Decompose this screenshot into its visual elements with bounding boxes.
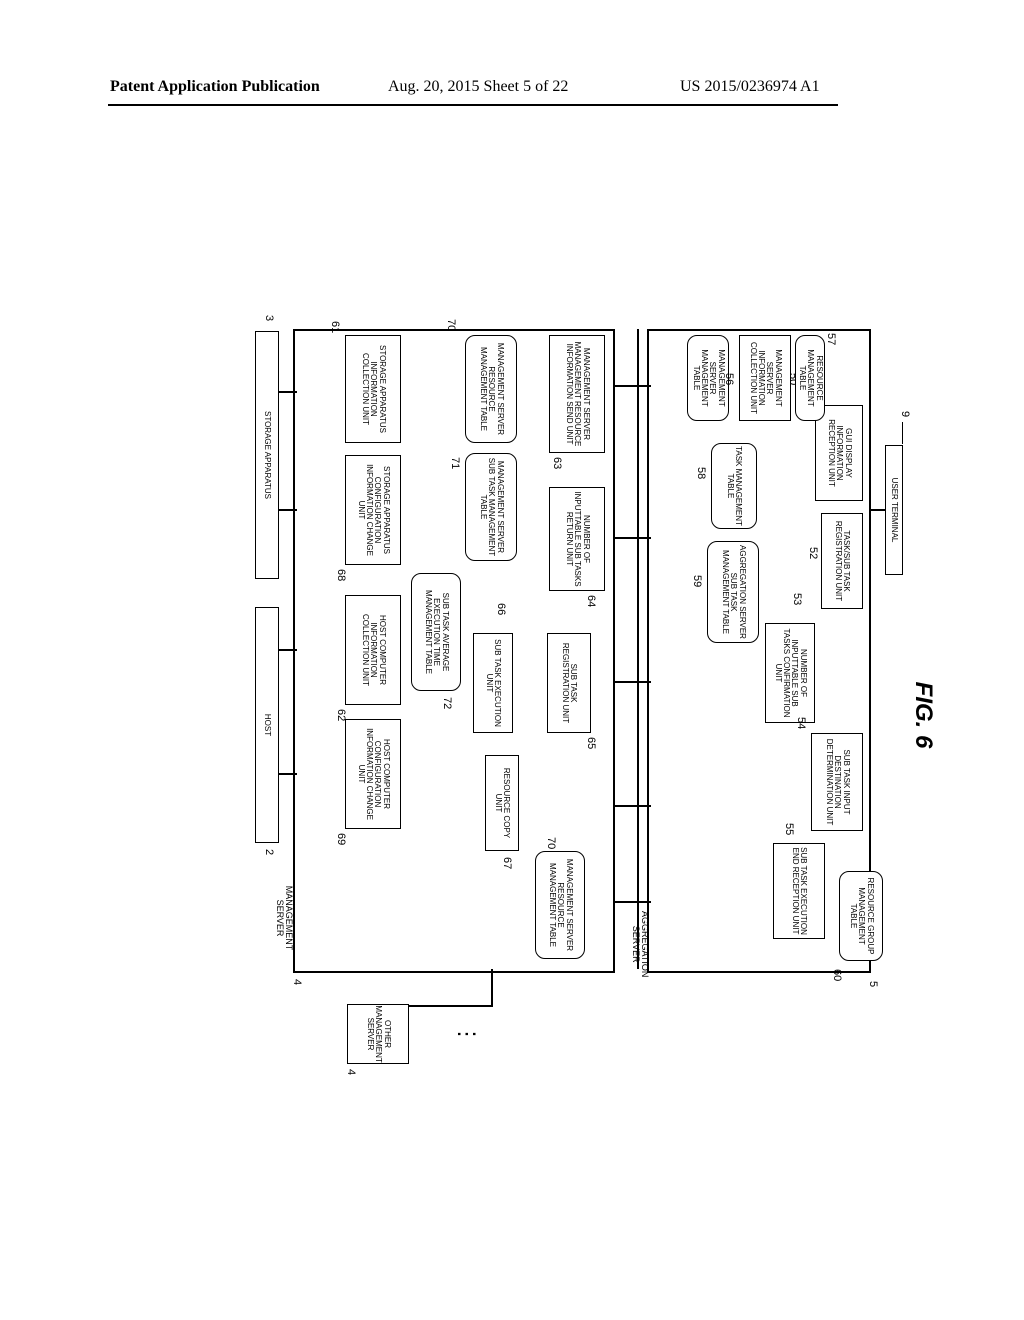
mgmt-server-res-info-send-unit: MANAGEMENT SERVER MANAGEMENT RESOURCE IN…	[549, 335, 605, 453]
ref-56: 56	[723, 373, 735, 385]
ref-54: 54	[795, 717, 807, 729]
storage-apparatus-info-collection-unit: STORAGE APPARATUS INFORMATION COLLECTION…	[345, 335, 401, 443]
figure-label: FIG. 6	[909, 682, 937, 749]
ref-67: 67	[501, 857, 513, 869]
header-right: US 2015/0236974 A1	[680, 78, 820, 96]
ref-61: 61	[329, 321, 341, 333]
wire-v-3	[615, 681, 651, 683]
ref-70a: 70	[545, 837, 557, 849]
agg-server-sub-task-mgmt-table: AGGREGATION SERVER SUB TASK MANAGEMENT T…	[707, 541, 759, 643]
ref-55: 55	[783, 823, 795, 835]
wire-v-1	[615, 385, 651, 387]
ref-70b: 70	[445, 319, 457, 331]
ellipsis-dots: ⋮	[456, 1023, 479, 1045]
wire-v-5	[615, 901, 651, 903]
wire-mgmt-stor2	[279, 509, 297, 511]
ref-69: 69	[335, 833, 347, 845]
wire-v-2	[615, 537, 651, 539]
task-sub-task-registration-unit: TASK/SUB TASK REGISTRATION UNIT	[821, 513, 863, 609]
header-left: Patent Application Publication	[110, 78, 320, 96]
wire-mgmt-stor1	[279, 391, 297, 393]
mgmt-server-res-mgmt-table-b: MANAGEMENT SERVER RESOURCE MANAGEMENT TA…	[465, 335, 517, 443]
sub-task-avg-exec-time-table: SUB TASK AVERAGE EXECUTION TIME MANAGEME…	[411, 573, 461, 691]
ref-65: 65	[585, 737, 597, 749]
gui-display-unit: GUI DISPLAY INFORMATION RECEPTION UNIT	[815, 405, 863, 501]
ref-53: 53	[791, 593, 803, 605]
storage-apparatus-config-change-unit: STORAGE APPARATUS CONFIGURATION INFORMAT…	[345, 455, 401, 565]
sub-task-registration-unit: SUB TASK REGISTRATION UNIT	[547, 633, 591, 733]
wire-to-other-mgmt-v	[409, 1005, 493, 1007]
ref-5: 5	[867, 981, 879, 987]
ref-72: 72	[441, 697, 453, 709]
num-inputtable-confirm-unit: NUMBER OF INPUTTABLE SUB TASKS CONFIRMAT…	[765, 623, 815, 723]
ref-4b: 4	[345, 1069, 357, 1075]
task-mgmt-table: TASK MANAGEMENT TABLE	[711, 443, 757, 529]
other-management-server-box: OTHER MANAGEMENT SERVER	[347, 1004, 409, 1064]
wire-agg-to-mgmt-bus	[637, 329, 639, 969]
ref-68: 68	[335, 569, 347, 581]
ref-58: 58	[695, 467, 707, 479]
figure-area: USER TERMINAL 9 5 AGGREGATION SERVER GUI…	[95, 337, 887, 967]
ref-2: 2	[263, 849, 275, 855]
resource-copy-unit: RESOURCE COPY UNIT	[485, 755, 519, 851]
host-info-collection-unit: HOST COMPUTER INFORMATION COLLECTION UNI…	[345, 595, 401, 705]
management-server-label: MANAGEMENT SERVER	[274, 869, 293, 967]
ref-3: 3	[263, 315, 275, 321]
wire-mgmt-host2	[279, 773, 297, 775]
sub-task-exec-end-recv-unit: SUB TASK EXECUTION END RECEPTION UNIT	[773, 843, 825, 939]
wire-mgmt-host1	[279, 649, 297, 651]
leader-9	[902, 422, 903, 444]
resource-group-mgmt-table: RESOURCE GROUP MANAGEMENT TABLE	[839, 871, 883, 961]
wire-to-other-mgmt-h	[491, 969, 493, 1005]
ref-63: 63	[551, 457, 563, 469]
mgmt-server-res-mgmt-table-a: MANAGEMENT SERVER RESOURCE MANAGEMENT TA…	[535, 851, 585, 959]
mgmt-server-sub-task-mgmt-table: MANAGEMENT SERVER SUB TASK MANAGEMENT TA…	[465, 453, 517, 561]
host-config-change-unit: HOST COMPUTER CONFIGURATION INFORMATION …	[345, 719, 401, 829]
wire-v-4	[615, 805, 651, 807]
resource-mgmt-table: RESOURCE MANAGEMENT TABLE	[795, 335, 825, 421]
num-inputtable-return-unit: NUMBER OF INPUTTABLE SUB TASKS RETURN UN…	[549, 487, 605, 591]
ref-59: 59	[691, 575, 703, 587]
ref-60: 60	[831, 969, 843, 981]
ref-4a: 4	[291, 979, 303, 985]
ref-52: 52	[807, 547, 819, 559]
storage-apparatus-box: STORAGE APPARATUS	[255, 331, 279, 579]
user-terminal-box: USER TERMINAL	[885, 445, 903, 575]
aggregation-server-label: AGGREGATION SERVER	[630, 911, 649, 977]
ref-9: 9	[899, 411, 911, 417]
figure-6: FIG. 6 USER TERMINAL 9 5 AGGREGATION SER…	[95, 337, 887, 967]
sub-task-input-dest-unit: SUB TASK INPUT DESTINATION DETERMINATION…	[811, 733, 863, 831]
user-terminal-label: USER TERMINAL	[890, 478, 898, 543]
header-rule	[108, 104, 838, 106]
ref-64: 64	[585, 595, 597, 607]
sub-task-execution-unit: SUB TASK EXECUTION UNIT	[473, 633, 513, 733]
header-middle: Aug. 20, 2015 Sheet 5 of 22	[388, 78, 568, 96]
ref-66: 66	[495, 603, 507, 615]
ref-57: 57	[825, 333, 837, 345]
host-box: HOST	[255, 607, 279, 843]
mgmt-server-info-collection-unit: MANAGEMENT SERVER INFORMATION COLLECTION…	[739, 335, 791, 421]
wire-userterm-agg	[870, 509, 885, 511]
ref-71: 71	[449, 457, 461, 469]
